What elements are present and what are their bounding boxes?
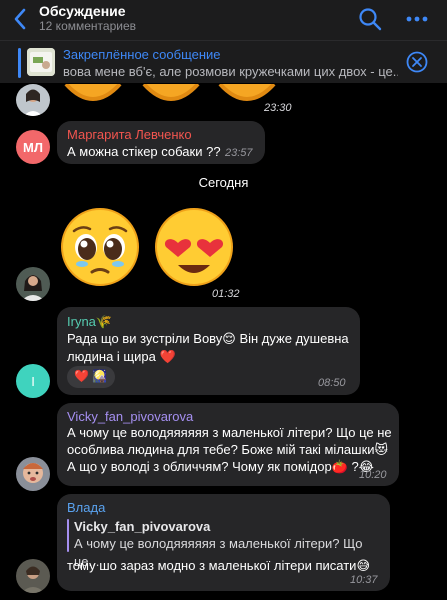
search-icon[interactable] — [358, 7, 382, 31]
message-text: А що у володі з обличчям? Чому як помідо… — [67, 459, 374, 474]
avatar-initials[interactable]: I — [16, 364, 50, 398]
sender-name: Iryna🌾 — [67, 314, 113, 329]
message-text: людина і щира ❤️ — [67, 349, 176, 364]
message-bubble[interactable]: Влада Vicky_fan_pivovarova А чому це вол… — [57, 494, 390, 591]
pleading-face-icon — [61, 208, 139, 286]
sticker-time: 01:32 — [206, 287, 246, 301]
sender-name: Маргарита Левченко — [67, 127, 192, 142]
avatar[interactable] — [16, 267, 50, 301]
message-time: 10:37 — [350, 574, 378, 586]
reply-sender[interactable]: Vicky_fan_pivovarova — [74, 518, 210, 536]
message-bubble[interactable]: Маргарита Левченко А можна стікер собаки… — [57, 121, 265, 164]
pinned-title: Закреплённое сообщение — [63, 47, 221, 62]
message-time: 08:50 — [318, 377, 346, 389]
sender-name: Vicky_fan_pivovarova — [67, 409, 194, 424]
avatar[interactable] — [16, 457, 50, 491]
avatar-initials[interactable]: МЛ — [16, 130, 50, 164]
avatar-initials-text: МЛ — [23, 139, 43, 155]
message-time: 23:57 — [225, 147, 253, 159]
avatar[interactable] — [16, 84, 50, 116]
message-text: А можна стікер собаки ?? — [67, 144, 221, 159]
reply-indicator — [67, 519, 69, 552]
date-separator: Сегодня — [198, 175, 249, 190]
pinned-text: вова мене вб'є, але розмови кружечками ц… — [63, 64, 398, 79]
back-chevron-icon[interactable] — [10, 6, 32, 32]
message-bubble[interactable]: Vicky_fan_pivovarova А чому це володяяяя… — [57, 403, 399, 486]
heart-eyes-face-icon — [155, 208, 233, 286]
message-text: тому шо зараз модно з маленької літери п… — [67, 558, 370, 573]
reactions: ❤️ 🎑 — [74, 369, 108, 383]
page-title: Обсуждение — [39, 3, 126, 19]
close-pinned-icon[interactable] — [406, 51, 428, 73]
avatar[interactable] — [16, 559, 50, 593]
emoji-stickers[interactable] — [60, 207, 236, 287]
message-text: А чому це володяяяяяя з маленької літери… — [67, 425, 392, 440]
pinned-message-bar[interactable]: Закреплённое сообщение вова мене вб'є, а… — [0, 40, 447, 83]
pinned-indicator — [18, 48, 21, 78]
reaction-bar[interactable]: ❤️ 🎑 — [67, 366, 115, 388]
chat-header: Обсуждение 12 комментариев — [0, 0, 447, 40]
pinned-thumbnail — [27, 48, 55, 76]
message-bubble[interactable]: Iryna🌾 Рада що ви зустріли Вову😌 Він дуж… — [57, 307, 360, 395]
message-text: особлива людина для тебе? Боже мій такі … — [67, 442, 389, 457]
more-options-icon[interactable] — [406, 14, 428, 24]
sender-name: Влада — [67, 500, 106, 515]
message-text: Рада що ви зустріли Вову😌 Він дуже душев… — [67, 331, 349, 346]
avatar-initials-text: I — [31, 373, 35, 389]
message-time: 10:20 — [359, 469, 387, 481]
comment-count: 12 комментариев — [39, 19, 137, 33]
sticker-time: 23:30 — [258, 101, 298, 115]
